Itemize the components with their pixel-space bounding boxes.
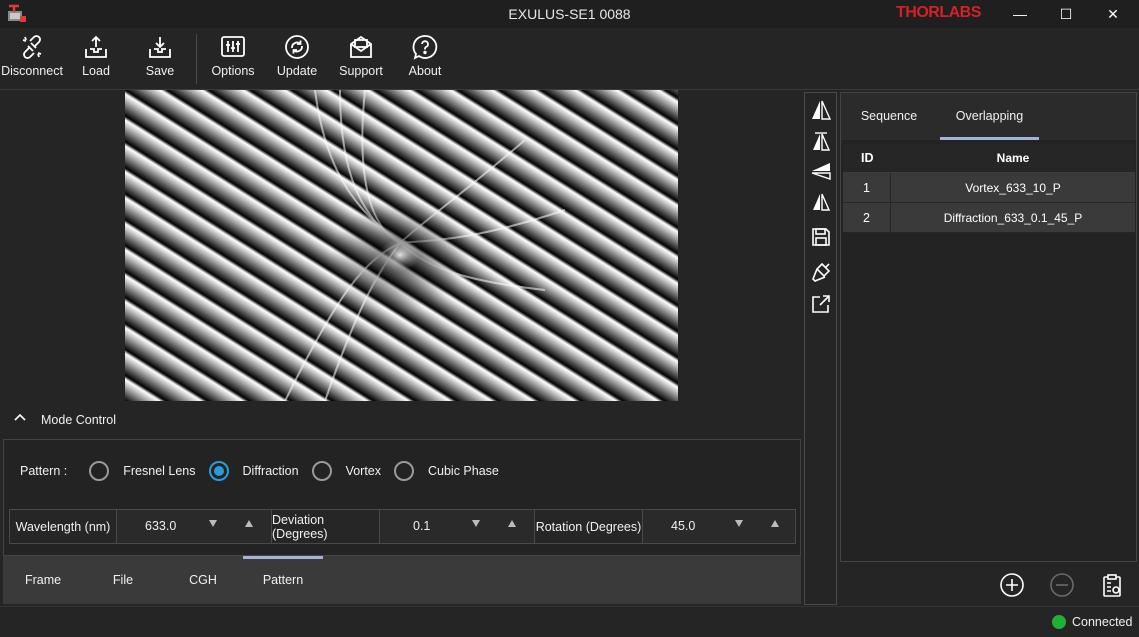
tab-file[interactable]: File [83,556,163,604]
wavelength-stepper[interactable]: 633.0 [117,510,272,543]
radio-label: Cubic Phase [428,464,499,478]
load-icon [85,35,107,58]
column-header-id: ID [861,151,874,165]
options-button[interactable]: Options [206,28,260,88]
remove-icon[interactable] [1049,572,1075,598]
rotation-label: Rotation (Degrees) [535,510,643,543]
radio-fresnel-lens[interactable]: Fresnel Lens [89,461,196,481]
pattern-preview-image [125,90,678,401]
load-label: Load [82,64,110,78]
options-icon [221,36,245,57]
deviation-stepper[interactable]: 0.1 [380,510,535,543]
decrement-icon[interactable] [472,520,480,527]
status-bar: Connected [0,606,1139,637]
tab-pattern[interactable]: Pattern [243,556,323,604]
mirror-icon[interactable] [810,191,832,213]
column-header-name: Name [996,151,1030,165]
bottom-tab-bar: Frame File CGH Pattern [3,556,801,604]
tab-cgh[interactable]: CGH [163,556,243,604]
disconnect-label: Disconnect [1,64,63,78]
deviation-label: Deviation (Degrees) [272,510,380,543]
radio-label: Vortex [345,464,381,478]
right-panel-tabs: Sequence Overlapping [841,93,1136,140]
radio-button[interactable] [89,461,110,481]
table-row[interactable]: 1 Vortex_633_10_P [843,173,1135,203]
deviation-value[interactable]: 0.1 [413,519,430,533]
clipboard-icon[interactable] [1099,572,1125,598]
support-button[interactable]: Support [334,28,388,88]
update-button[interactable]: Update [270,28,324,88]
triangle-icon[interactable] [810,160,832,182]
row-name: Vortex_633_10_P [965,180,1061,195]
pattern-preview [125,90,678,401]
flip-vertical-icon[interactable] [810,130,832,152]
support-label: Support [339,64,383,78]
tab-frame[interactable]: Frame [3,556,83,604]
row-id: 2 [843,203,891,232]
row-name: Diffraction_633_0.1_45_P [943,210,1083,225]
radio-button-selected[interactable] [208,461,229,481]
radio-cubic-phase[interactable]: Cubic Phase [394,461,499,481]
mode-control-title: Mode Control [41,413,117,427]
parameter-row: Wavelength (nm) 633.0 Deviation (Degrees… [9,509,796,544]
decrement-icon[interactable] [735,520,743,527]
about-button[interactable]: About [398,28,452,88]
about-icon [412,35,438,60]
toolbar-divider [196,34,197,84]
chevron-up-icon[interactable] [14,413,26,423]
support-icon [350,35,372,58]
rotation-value[interactable]: 45.0 [671,519,695,533]
tab-overlapping[interactable]: Overlapping [940,93,1039,140]
add-icon[interactable] [999,572,1025,598]
export-icon[interactable] [810,293,832,315]
minimize-button[interactable]: — [997,0,1043,28]
radio-label: Diffraction [242,464,299,478]
close-button[interactable]: ✕ [1090,0,1136,28]
about-label: About [408,64,442,78]
disconnect-icon [22,35,42,59]
brush-icon[interactable] [810,261,832,283]
save-icon[interactable] [810,226,832,248]
save-label: Save [145,64,175,78]
increment-icon[interactable] [508,520,516,527]
save-button[interactable]: Save [134,28,186,88]
wavelength-value[interactable]: 633.0 [145,519,176,533]
title-bar: EXULUS-SE1 0088 THORLABS — ☐ ✕ [0,0,1139,28]
wavelength-label: Wavelength (nm) [10,510,117,543]
toolbar: Disconnect Load Save Options Update Supp… [0,28,1139,90]
mode-control-header[interactable]: Mode Control [0,408,800,432]
disconnect-button[interactable]: Disconnect [1,28,63,88]
brand-logo: THORLABS [896,4,981,21]
options-label: Options [211,64,255,78]
pattern-selector: Pattern : Fresnel Lens Diffraction Vorte… [20,460,512,482]
table-header: ID Name [843,144,1135,173]
row-id: 1 [843,173,891,202]
radio-label: Fresnel Lens [123,464,196,478]
connection-status-icon [1052,615,1066,629]
radio-diffraction[interactable]: Diffraction [208,461,299,481]
connection-status-text: Connected [1072,615,1133,629]
rotation-stepper[interactable]: 45.0 [643,510,795,543]
update-icon [285,35,309,59]
table-row[interactable]: 2 Diffraction_633_0.1_45_P [843,203,1135,233]
radio-button[interactable] [311,461,332,481]
load-button[interactable]: Load [70,28,122,88]
tab-sequence[interactable]: Sequence [841,93,937,140]
radio-button[interactable] [394,461,414,481]
update-label: Update [276,64,318,78]
flip-horizontal-icon[interactable] [810,99,832,121]
mode-control-panel: Pattern : Fresnel Lens Diffraction Vorte… [3,439,801,556]
increment-icon[interactable] [771,520,779,527]
pattern-label: Pattern : [20,464,68,478]
overlapping-panel: Sequence Overlapping ID Name 1 Vortex_63… [840,92,1137,562]
increment-icon[interactable] [245,520,253,527]
overlapping-table: ID Name 1 Vortex_633_10_P 2 Diffraction_… [843,144,1135,233]
maximize-button[interactable]: ☐ [1043,0,1089,28]
side-toolbar [804,92,837,605]
decrement-icon[interactable] [209,520,217,527]
save-icon [149,37,171,58]
radio-vortex[interactable]: Vortex [311,461,381,481]
